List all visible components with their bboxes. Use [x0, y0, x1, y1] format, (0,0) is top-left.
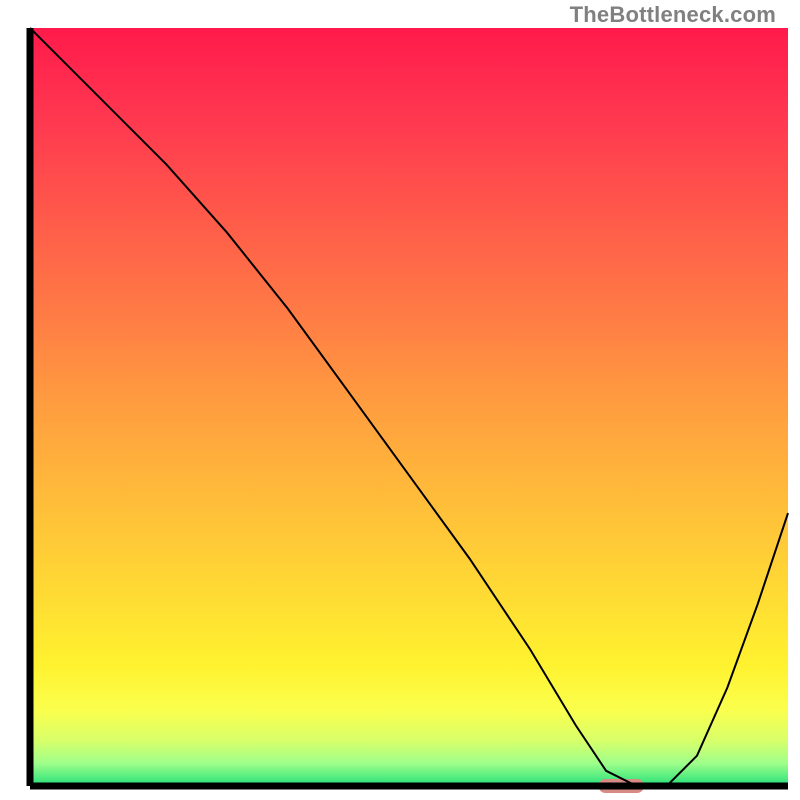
bottleneck-chart [0, 0, 800, 800]
watermark-label: TheBottleneck.com [570, 2, 776, 28]
chart-container: TheBottleneck.com [0, 0, 800, 800]
